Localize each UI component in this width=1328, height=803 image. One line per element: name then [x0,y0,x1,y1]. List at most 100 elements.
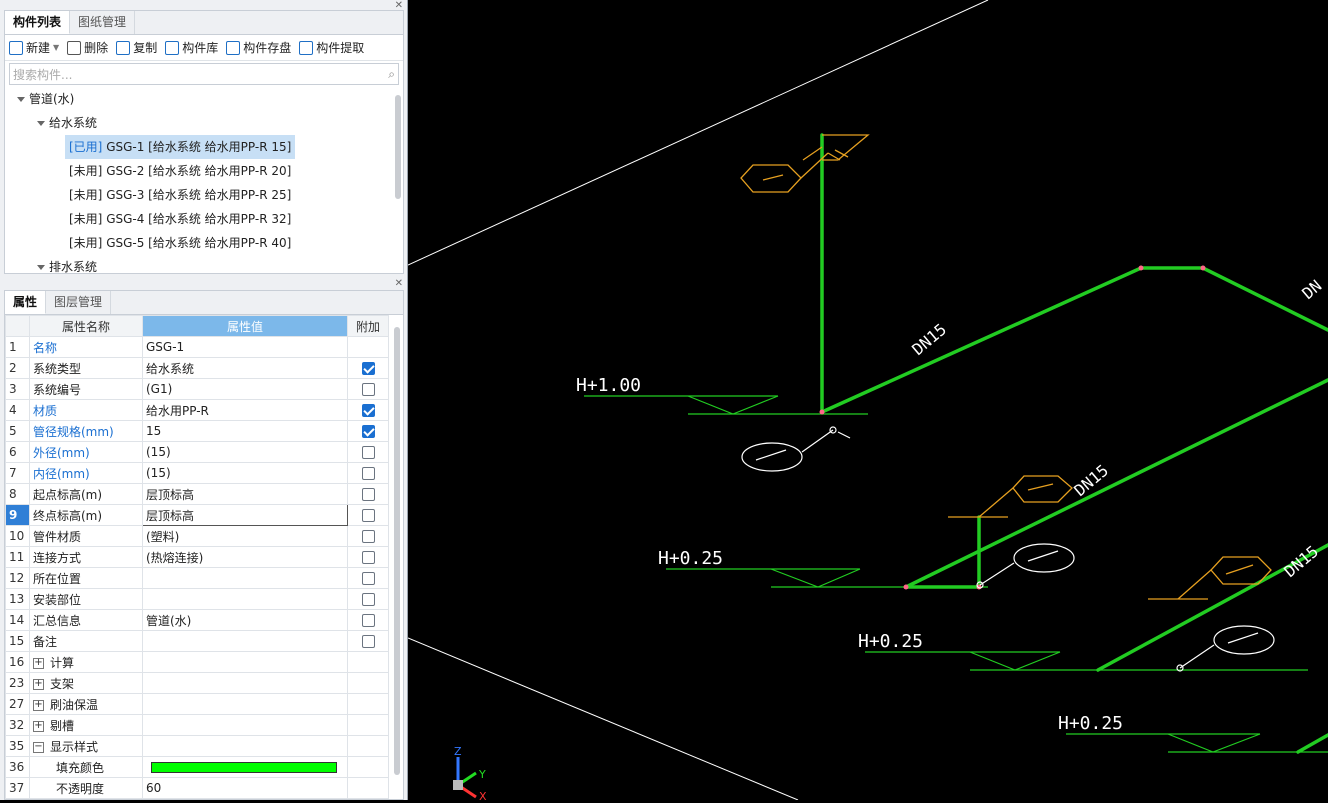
header-extra[interactable]: 附加 [347,315,389,337]
property-value-cell[interactable]: 层顶标高 [142,483,348,505]
tab-component-list[interactable]: 构件列表 [5,11,71,34]
property-row[interactable]: 14 汇总信息 管道(水) [5,609,389,631]
extra-checkbox[interactable] [361,529,375,543]
search-icon[interactable]: ⌕ [388,67,395,82]
properties-scrollbar[interactable] [394,327,400,775]
extra-checkbox[interactable] [361,508,375,522]
property-value-cell[interactable] [142,567,348,589]
property-value-cell[interactable]: 15 [142,420,348,442]
extra-checkbox[interactable] [361,613,375,627]
property-value-cell[interactable]: 给水系统 [142,357,348,379]
tree-item[interactable]: [未用] GSG-3 [给水系统 给水用PP-R 25] [5,183,403,207]
property-value-cell[interactable] [142,735,348,757]
expand-icon[interactable] [37,121,45,126]
property-row[interactable]: 7 内径(mm) (15) [5,462,389,484]
extra-checkbox[interactable] [361,466,375,480]
tree-scrollbar[interactable] [395,95,401,199]
tree-item[interactable]: [未用] GSG-2 [给水系统 给水用PP-R 20] [5,159,403,183]
extract-button[interactable]: 构件提取 [299,39,364,56]
property-name-cell[interactable]: − 显示样式 [29,735,143,757]
property-name-cell[interactable]: + 计算 [29,651,143,673]
library-button[interactable]: 构件库 [165,39,218,56]
property-row[interactable]: 8 起点标高(m) 层顶标高 [5,483,389,505]
property-row[interactable]: 15 备注 [5,630,389,652]
extra-checkbox[interactable] [361,424,375,438]
property-row[interactable]: 5 管径规格(mm) 15 [5,420,389,442]
property-value-cell[interactable]: 给水用PP-R [142,399,348,421]
property-row[interactable]: 37 不透明度 60 [5,777,389,799]
new-button[interactable]: 新建 ▼ [9,39,59,56]
tab-drawing-management[interactable]: 图纸管理 [70,11,136,34]
cad-drawing[interactable]: H+1.00 H+0.25 H+0.25 H+0.25 DN15 DN15 DN… [407,0,1328,803]
extra-checkbox[interactable] [361,445,375,459]
property-row[interactable]: 9 终点标高(m) 层顶标高 [5,504,389,526]
property-value-cell[interactable]: (15) [142,441,348,463]
extra-checkbox[interactable] [361,550,375,564]
property-row[interactable]: 35− 显示样式 [5,735,389,757]
property-value-cell[interactable] [142,630,348,652]
property-value-cell[interactable] [142,756,348,778]
property-row[interactable]: 13 安装部位 [5,588,389,610]
property-value-cell[interactable] [142,588,348,610]
tree-group-drain[interactable]: 排水系统 [5,255,403,279]
property-row[interactable]: 12 所在位置 [5,567,389,589]
tab-properties[interactable]: 属性 [5,291,47,314]
expand-icon[interactable]: + [33,678,44,690]
expand-icon[interactable] [37,265,45,270]
property-name-cell[interactable]: + 剔槽 [29,714,143,736]
header-property-name[interactable]: 属性名称 [29,315,143,337]
drawing-canvas[interactable]: H+1.00 H+0.25 H+0.25 H+0.25 DN15 DN15 DN… [407,0,1328,803]
expand-icon[interactable] [17,97,25,102]
property-row[interactable]: 3 系统编号 (G1) [5,378,389,400]
header-property-value[interactable]: 属性值 [142,315,348,337]
property-row[interactable]: 1 名称 GSG-1 [5,336,389,358]
property-value-cell[interactable]: 层顶标高 [142,504,348,526]
property-value-cell[interactable]: 60 [142,777,348,799]
tree-group-supply[interactable]: 给水系统 [5,111,403,135]
extra-checkbox[interactable] [361,634,375,648]
property-row[interactable]: 27 + 刷油保温 [5,693,389,715]
close-icon[interactable]: ✕ [395,279,403,289]
property-value-cell[interactable] [142,693,348,715]
property-value-cell[interactable] [142,651,348,673]
property-value-cell[interactable]: GSG-1 [142,336,348,358]
extra-checkbox[interactable] [361,487,375,501]
property-value-cell[interactable] [142,714,348,736]
property-value-cell[interactable]: 管道(水) [142,609,348,631]
property-row[interactable]: 11 连接方式 (热熔连接) [5,546,389,568]
property-value-cell[interactable]: (塑料) [142,525,348,547]
collapse-icon[interactable]: − [33,741,44,753]
delete-button[interactable]: 删除 [67,39,108,56]
tab-layer-management[interactable]: 图层管理 [46,291,112,314]
fill-color-swatch[interactable] [151,761,337,773]
extra-checkbox[interactable] [361,571,375,585]
property-value-cell[interactable] [142,672,348,694]
expand-icon[interactable]: + [33,699,44,711]
property-value-cell[interactable]: (热熔连接) [142,546,348,568]
property-row[interactable]: 10 管件材质 (塑料) [5,525,389,547]
expand-icon[interactable]: + [33,720,44,732]
extra-checkbox[interactable] [361,403,375,417]
tree-item[interactable]: [未用] GSG-4 [给水系统 给水用PP-R 32] [5,207,403,231]
property-row[interactable]: 4 材质 给水用PP-R [5,399,389,421]
search-input[interactable]: 搜索构件... ⌕ [9,63,399,85]
property-value-cell[interactable]: (15) [142,462,348,484]
extra-checkbox[interactable] [361,361,375,375]
property-row[interactable]: 2 系统类型 给水系统 [5,357,389,379]
property-row[interactable]: 32 + 剔槽 [5,714,389,736]
property-name-cell[interactable]: + 支架 [29,672,143,694]
property-row[interactable]: 6 外径(mm) (15) [5,441,389,463]
tree-root[interactable]: 管道(水) [5,87,403,111]
tree-item[interactable]: [已用] GSG-1 [给水系统 给水用PP-R 15] [5,135,403,159]
property-row[interactable]: 36 填充颜色 [5,756,389,778]
copy-button[interactable]: 复制 [116,39,157,56]
save-component-button[interactable]: 构件存盘 [226,39,291,56]
property-value-cell[interactable]: (G1) [142,378,348,400]
chevron-down-icon[interactable]: ▼ [53,43,59,52]
expand-icon[interactable]: + [33,657,44,669]
extra-checkbox[interactable] [361,592,375,606]
tree-item[interactable]: [未用] GSG-5 [给水系统 给水用PP-R 40] [5,231,403,255]
property-row[interactable]: 23 + 支架 [5,672,389,694]
extra-checkbox[interactable] [361,382,375,396]
property-name-cell[interactable]: + 刷油保温 [29,693,143,715]
